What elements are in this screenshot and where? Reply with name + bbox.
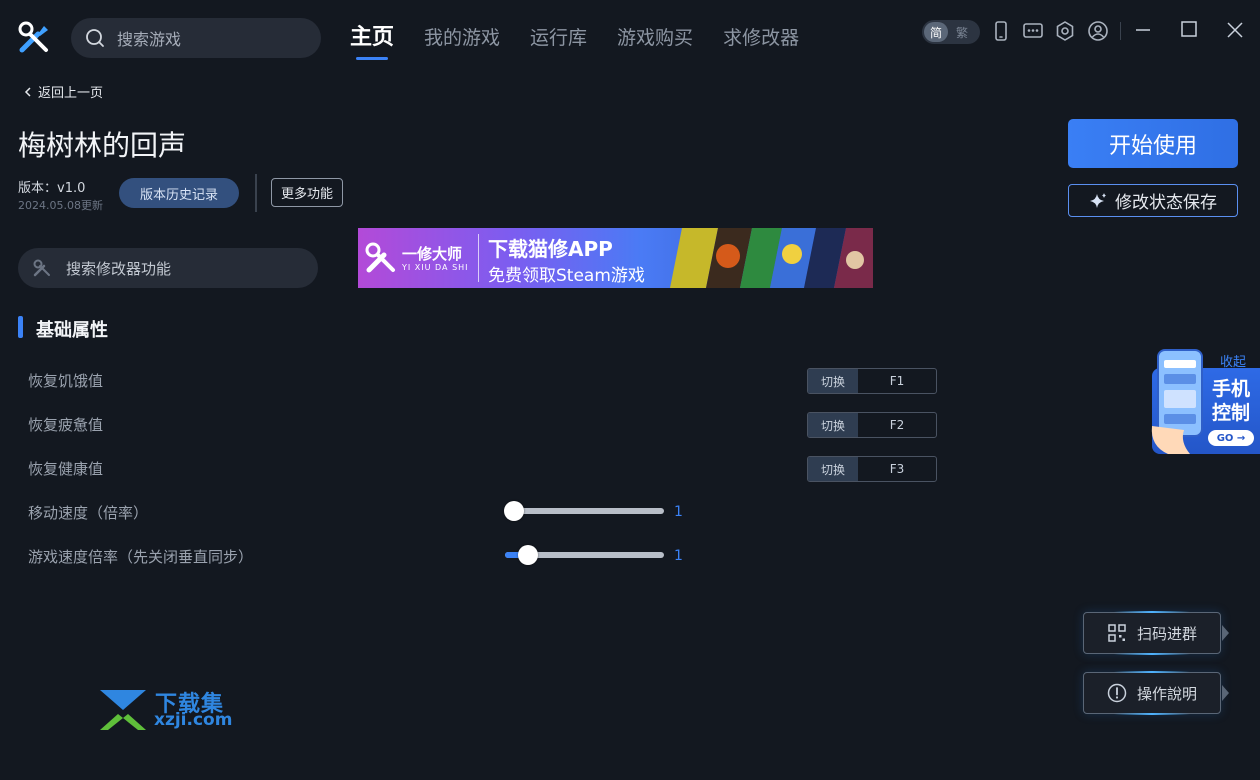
- instructions-label: 操作說明: [1136, 684, 1197, 703]
- lang-simplified[interactable]: 简: [924, 22, 948, 42]
- promo-banner[interactable]: 一修大师 YI XIU DA SHI 下载猫修APP 免费领取Steam游戏: [358, 228, 873, 288]
- feature-search-placeholder: 搜索修改器功能: [66, 259, 172, 278]
- hotkey-field[interactable]: F1: [858, 369, 936, 393]
- hotkey-control: 切换 F1: [807, 368, 937, 394]
- slider-thumb[interactable]: [517, 545, 538, 565]
- qr-code-icon: [1108, 624, 1126, 642]
- lang-traditional[interactable]: 繁: [948, 24, 976, 41]
- banner-headline: 下载猫修APP: [488, 237, 613, 261]
- version-history-button[interactable]: 版本历史记录: [119, 178, 239, 208]
- section-title: 基础属性: [36, 320, 108, 341]
- feature-label: 恢复饥饿值: [28, 372, 104, 390]
- collapse-link[interactable]: 收起: [1220, 351, 1246, 370]
- hotkey-field[interactable]: F3: [858, 457, 936, 481]
- wrench-icon: [365, 242, 395, 273]
- window-controls-divider: [1120, 22, 1121, 40]
- move-speed-slider[interactable]: [504, 501, 664, 521]
- update-date: 2024.05.08更新: [18, 199, 103, 212]
- feature-label: 恢复疲惫值: [28, 416, 104, 434]
- feature-search-input[interactable]: 搜索修改器功能: [18, 248, 318, 288]
- info-icon: [1107, 683, 1127, 703]
- phone-icon[interactable]: [990, 20, 1012, 42]
- banner-logo: 一修大师 YI XIU DA SHI: [364, 236, 474, 280]
- feature-label: 恢复健康值: [28, 460, 104, 478]
- phone-hand-icon: [1151, 349, 1203, 454]
- back-label: 返回上一页: [38, 86, 104, 101]
- more-features-button[interactable]: 更多功能: [271, 178, 343, 207]
- toggle-button[interactable]: 切换: [808, 457, 858, 481]
- slider-thumb[interactable]: [504, 501, 524, 521]
- slider-value: 1: [674, 504, 683, 520]
- go-button[interactable]: GO →: [1208, 430, 1254, 446]
- back-link[interactable]: 返回上一页: [22, 82, 103, 101]
- tab-game-purchase[interactable]: 游戏购买: [617, 22, 693, 58]
- settings-icon[interactable]: [1054, 20, 1076, 42]
- arrow-right-icon: [1222, 685, 1229, 701]
- feature-label: 游戏速度倍率（先关闭垂直同步）: [28, 548, 254, 566]
- app-logo-icon: [18, 21, 48, 53]
- sparkle-icon: [1090, 192, 1106, 208]
- main-nav: 主页 我的游戏 运行库 游戏购买 求修改器: [350, 22, 799, 60]
- section-marker: [18, 316, 23, 338]
- maximize-icon[interactable]: [1177, 18, 1201, 42]
- close-icon[interactable]: [1223, 18, 1247, 42]
- game-speed-slider[interactable]: [505, 545, 664, 565]
- page-title: 梅树林的回声: [18, 129, 187, 162]
- mobile-control-line1: 手机: [1212, 378, 1251, 400]
- feature-label: 移动速度（倍率）: [28, 504, 149, 522]
- tools-icon: [33, 259, 50, 277]
- version-text: 版本：v1.0: [18, 181, 86, 196]
- divider: [255, 174, 257, 212]
- start-button[interactable]: 开始使用: [1068, 119, 1238, 168]
- game-search-input[interactable]: 搜索游戏: [71, 18, 321, 58]
- hotkey-field[interactable]: F2: [858, 413, 936, 437]
- language-toggle[interactable]: 简 繁: [922, 20, 980, 44]
- tab-runtime-library[interactable]: 运行库: [530, 22, 587, 58]
- tab-home[interactable]: 主页: [350, 22, 394, 60]
- qr-join-label: 扫码进群: [1136, 624, 1197, 643]
- watermark-logo-icon: [100, 690, 146, 730]
- minimize-icon[interactable]: [1131, 18, 1155, 42]
- chevron-left-icon: [24, 86, 31, 97]
- save-state-button[interactable]: 修改状态保存: [1068, 184, 1238, 217]
- banner-divider: [478, 234, 479, 282]
- tab-request-trainer[interactable]: 求修改器: [723, 22, 799, 58]
- instructions-button[interactable]: 操作說明: [1083, 671, 1221, 715]
- save-state-label: 修改状态保存: [1115, 193, 1217, 213]
- hotkey-control: 切换 F2: [807, 412, 937, 438]
- chat-icon[interactable]: [1022, 20, 1044, 42]
- user-icon[interactable]: [1087, 20, 1109, 42]
- qr-join-group-button[interactable]: 扫码进群: [1083, 611, 1221, 655]
- banner-game-art: [670, 228, 873, 288]
- mobile-control-line2: 控制: [1212, 402, 1251, 424]
- toggle-button[interactable]: 切换: [808, 369, 858, 393]
- tab-my-games[interactable]: 我的游戏: [424, 22, 500, 58]
- slider-value: 1: [674, 548, 683, 564]
- arrow-right-icon: [1222, 625, 1229, 641]
- hotkey-control: 切换 F3: [807, 456, 937, 482]
- toggle-button[interactable]: 切换: [808, 413, 858, 437]
- banner-brand-sub: YI XIU DA SHI: [402, 262, 469, 272]
- search-icon: [86, 29, 104, 47]
- watermark-url: xzji.com: [154, 710, 233, 730]
- banner-subline: 免费领取Steam游戏: [488, 266, 645, 286]
- banner-brand: 一修大师: [402, 244, 463, 263]
- search-placeholder: 搜索游戏: [117, 30, 182, 49]
